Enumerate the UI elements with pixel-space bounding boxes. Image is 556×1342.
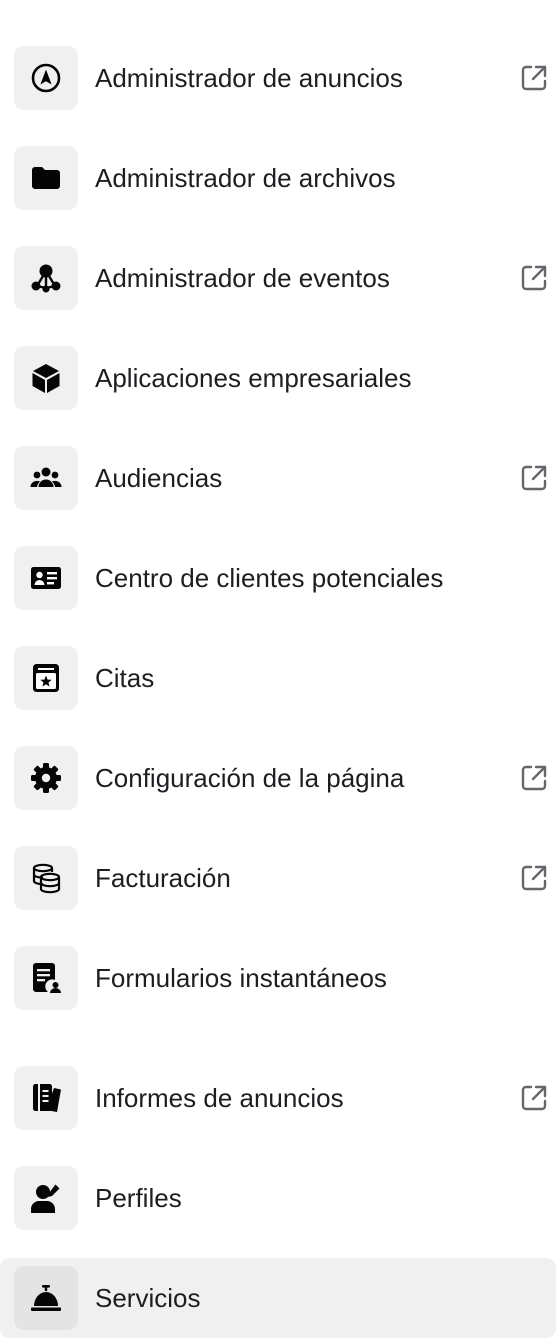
- menu-item-label: Administrador de archivos: [95, 163, 396, 193]
- people-group-icon: [14, 446, 78, 510]
- menu-item-label: Citas: [95, 663, 155, 693]
- menu-item-label: Administrador de eventos: [95, 263, 390, 293]
- menu-item-instant-forms[interactable]: Formularios instantáneos: [0, 938, 556, 1018]
- coin-stack-icon: [14, 846, 78, 910]
- menu-item-label: Informes de anuncios: [95, 1083, 344, 1113]
- menu-item-label: Aplicaciones empresariales: [95, 363, 412, 393]
- external-link-icon: [518, 462, 550, 494]
- menu-item-appointments[interactable]: Citas: [0, 638, 556, 718]
- navigation-arrow-icon: [14, 46, 78, 110]
- menu-item-ads-manager[interactable]: Administrador de anuncios: [0, 38, 556, 118]
- external-link-icon: [518, 762, 550, 794]
- contact-card-icon: [14, 546, 78, 610]
- form-person-icon: [14, 946, 78, 1010]
- menu-item-ads-reports[interactable]: Informes de anuncios: [0, 1058, 556, 1138]
- menu-item-label: Administrador de anuncios: [95, 63, 403, 93]
- menu-item-label: Facturación: [95, 863, 231, 893]
- cube-icon: [14, 346, 78, 410]
- menu-item-page-settings[interactable]: Configuración de la página: [0, 738, 556, 818]
- menu-item-label: Centro de clientes potenciales: [95, 563, 444, 593]
- menu-item-file-manager[interactable]: Administrador de archivos: [0, 138, 556, 218]
- menu-item-leads-center[interactable]: Centro de clientes potenciales: [0, 538, 556, 618]
- network-nodes-icon: [14, 246, 78, 310]
- menu-item-label: Perfiles: [95, 1183, 182, 1213]
- gear-icon: [14, 746, 78, 810]
- external-link-icon: [518, 1082, 550, 1114]
- service-bell-icon: [14, 1266, 78, 1330]
- menu-item-billing[interactable]: Facturación: [0, 838, 556, 918]
- menu-item-profiles[interactable]: Perfiles: [0, 1158, 556, 1238]
- reports-icon: [14, 1066, 78, 1130]
- external-link-icon: [518, 862, 550, 894]
- external-link-icon: [518, 262, 550, 294]
- calendar-star-icon: [14, 646, 78, 710]
- menu-item-label: Servicios: [95, 1283, 201, 1313]
- person-edit-icon: [14, 1166, 78, 1230]
- menu-item-events-manager[interactable]: Administrador de eventos: [0, 238, 556, 318]
- menu-item-label: Formularios instantáneos: [95, 963, 387, 993]
- menu-item-label: Configuración de la página: [95, 763, 405, 793]
- external-link-icon: [518, 62, 550, 94]
- menu-item-business-apps[interactable]: Aplicaciones empresariales: [0, 338, 556, 418]
- menu-item-audiences[interactable]: Audiencias: [0, 438, 556, 518]
- folder-icon: [14, 146, 78, 210]
- menu-item-services[interactable]: Servicios: [0, 1258, 556, 1338]
- menu-item-label: Audiencias: [95, 463, 223, 493]
